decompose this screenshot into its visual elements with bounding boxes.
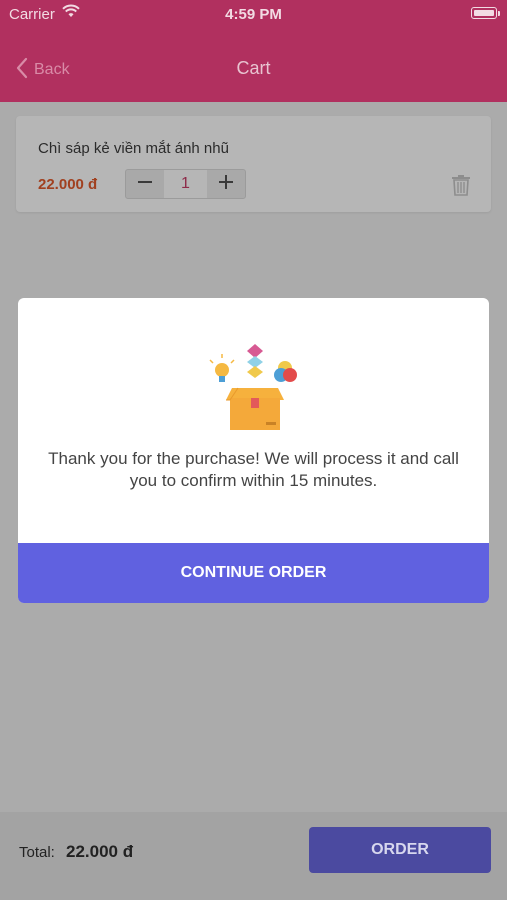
decrement-button[interactable] (126, 170, 164, 198)
status-bar: Carrier 4:59 PM (0, 0, 507, 28)
increment-button[interactable] (207, 170, 245, 198)
battery-icon (471, 7, 497, 19)
gift-box-illustration (202, 338, 306, 434)
continue-order-button[interactable]: CONTINUE ORDER (18, 543, 489, 603)
total-value: 22.000 đ (66, 842, 134, 861)
trash-icon[interactable] (451, 174, 471, 201)
page-title: Cart (236, 58, 271, 78)
cart-item-card: Chì sáp kẻ viền mắt ánh nhũ 22.000 đ 1 (16, 116, 491, 212)
order-button[interactable]: ORDER (309, 827, 491, 873)
battery-tip (498, 11, 500, 16)
clock: 4:59 PM (225, 6, 282, 23)
quantity-value[interactable]: 1 (164, 170, 207, 198)
purchase-confirmation-dialog: Thank you for the purchase! We will proc… (18, 298, 489, 603)
total-label: Total: (19, 844, 55, 861)
confirmation-message: Thank you for the purchase! We will proc… (48, 449, 459, 490)
product-name: Chì sáp kẻ viền mắt ánh nhũ (38, 140, 229, 157)
minus-icon (137, 174, 153, 195)
checkout-footer: Total: 22.000 đ ORDER (0, 812, 507, 900)
quantity-stepper: 1 (125, 169, 246, 199)
navigation-header: Carrier 4:59 PM Back Cart (0, 0, 507, 102)
product-price: 22.000 đ (38, 176, 98, 193)
plus-icon (218, 174, 234, 195)
